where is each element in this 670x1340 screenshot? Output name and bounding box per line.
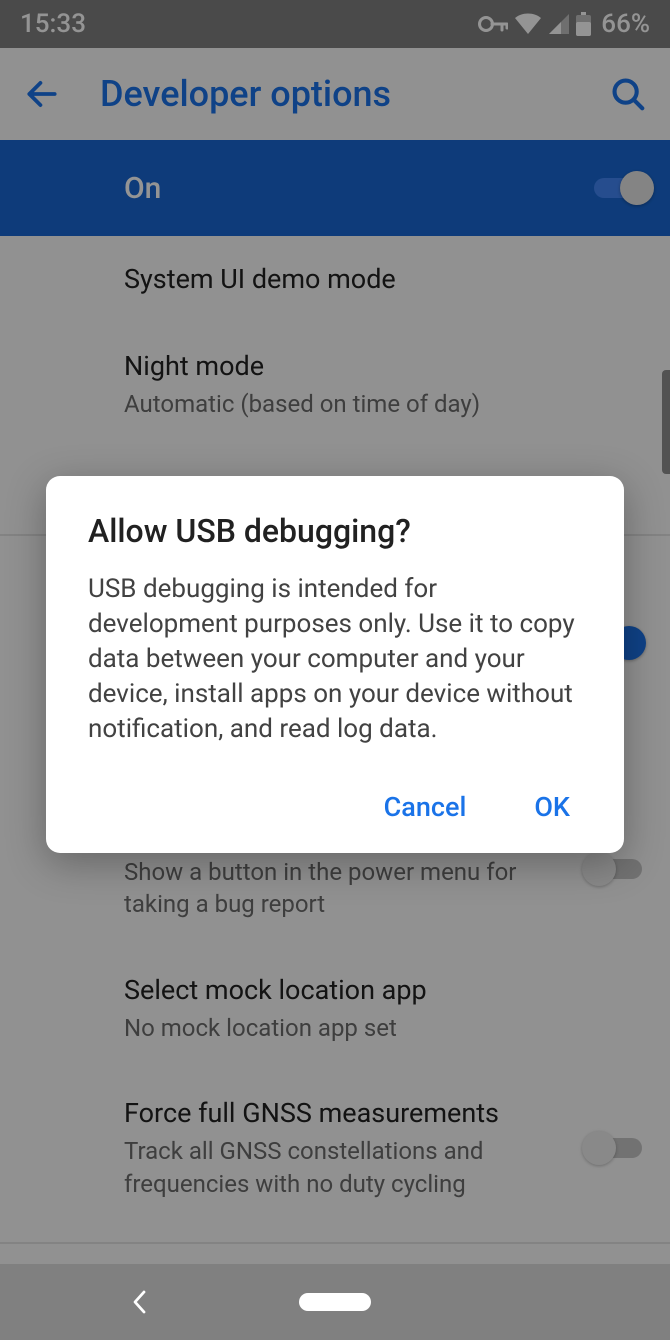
- dialog-title: Allow USB debugging?: [88, 512, 582, 550]
- ok-button[interactable]: OK: [528, 783, 576, 831]
- chevron-left-icon: [130, 1288, 150, 1316]
- nav-home-pill[interactable]: [299, 1293, 371, 1311]
- dialog-actions: Cancel OK: [88, 783, 582, 831]
- usb-debugging-dialog: Allow USB debugging? USB debugging is in…: [46, 476, 624, 853]
- nav-back-button[interactable]: [130, 1288, 150, 1316]
- cancel-button[interactable]: Cancel: [378, 783, 473, 831]
- navigation-bar: [0, 1264, 670, 1340]
- dialog-body: USB debugging is intended for developmen…: [88, 572, 582, 747]
